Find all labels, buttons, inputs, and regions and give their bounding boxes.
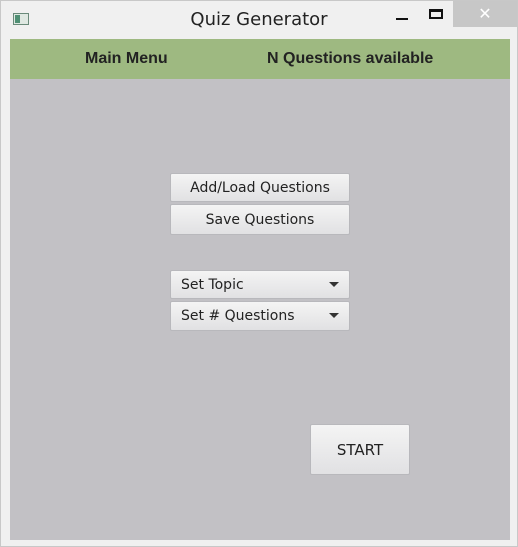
maximize-button[interactable] [419,1,453,27]
close-button[interactable]: ✕ [453,1,517,27]
num-questions-select[interactable]: Set # Questions [170,301,350,331]
maximize-icon [429,9,443,19]
minimize-button[interactable] [385,1,419,27]
topic-select[interactable]: Set Topic [170,270,350,299]
num-questions-select-value: Set # Questions [181,308,295,324]
add-load-questions-button[interactable]: Add/Load Questions [170,173,350,202]
chevron-down-icon [329,313,339,318]
main-menu-label: Main Menu [85,50,168,67]
questions-available-label: N Questions available [267,50,434,67]
title-bar[interactable]: Quiz Generator ✕ [1,1,517,39]
save-questions-button[interactable]: Save Questions [170,204,350,235]
main-panel: Main Menu N Questions available Add/Load… [10,39,510,540]
chevron-down-icon [329,282,339,287]
header-bar: Main Menu N Questions available [10,39,510,79]
minimize-icon [396,18,408,20]
start-button[interactable]: START [310,424,410,475]
app-window: Quiz Generator ✕ Main Menu N Questions a… [0,0,518,547]
close-icon: ✕ [478,4,492,23]
topic-select-value: Set Topic [181,277,244,293]
